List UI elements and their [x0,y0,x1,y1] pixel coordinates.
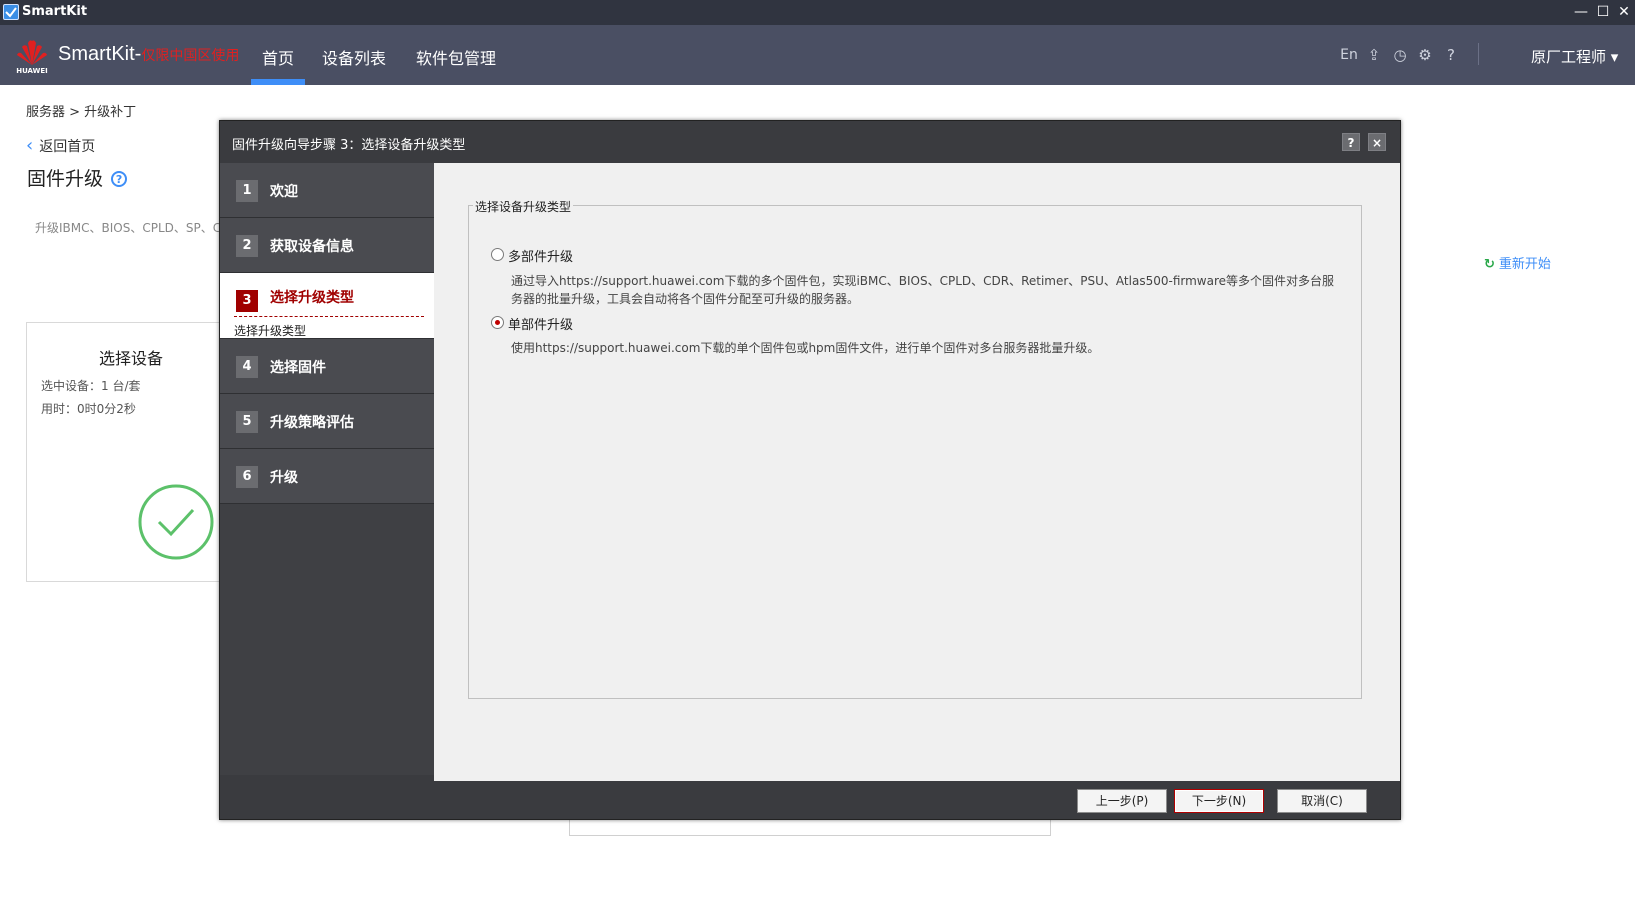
prev-button[interactable]: 上一步(P) [1077,789,1167,813]
step-number: 6 [236,466,258,488]
select-device-card: 选择设备 选中设备：1 台/套 用时：0时0分2秒 [26,322,226,582]
back-home-link[interactable]: ‹ 返回首页 [26,135,95,156]
upgrade-type-group: 选择设备升级类型 多部件升级 通过导入https://support.huawe… [468,198,1362,699]
user-name: 原厂工程师 [1531,48,1607,66]
active-tab-indicator [251,79,305,85]
wizard-step-welcome[interactable]: 1 欢迎 [220,163,434,218]
dialog-close-button[interactable]: × [1368,133,1386,151]
page-description: 升级IBMC、BIOS、CPLD、SP、C [35,221,222,235]
nav-divider [1478,43,1479,65]
huawei-logo: HUAWEI [14,37,50,77]
step-number: 2 [236,235,258,257]
language-toggle[interactable]: En [1338,46,1360,64]
user-menu[interactable]: 原厂工程师 ▾ [1531,46,1618,67]
dialog-title: 固件升级向导步骤 3：选择设备升级类型 [232,138,466,153]
single-part-upgrade-label[interactable]: 单部件升级 [508,314,573,333]
multi-part-upgrade-desc: 通过导入https://support.huawei.com下载的多个固件包，实… [511,274,1335,306]
multi-part-upgrade-label[interactable]: 多部件升级 [508,246,573,265]
upload-icon[interactable]: ⇪ [1365,46,1383,64]
step-label: 欢迎 [270,184,298,200]
wizard-step-get-device-info[interactable]: 2 获取设备信息 [220,218,434,273]
page-title: 固件升级? [27,164,128,191]
brand-restriction: 仅限中国区使用 [141,47,240,63]
clock-icon[interactable]: ◷ [1391,46,1409,64]
step-number: 5 [236,411,258,433]
step-divider [234,316,424,317]
selected-devices-text: 选中设备：1 台/套 [41,379,141,393]
wizard-steps-panel: 1 欢迎 2 获取设备信息 3 选择升级类型 选择升级类型 4 选择固件 5 升… [220,163,434,775]
dialog-footer: 上一步(P) 下一步(N) 取消(C) [220,775,1400,819]
window-titlebar: SmartKit — ☐ ✕ [0,0,1635,25]
step-number: 4 [236,356,258,378]
tab-device-list[interactable]: 设备列表 [322,45,386,69]
wizard-content: 选择设备升级类型 多部件升级 通过导入https://support.huawe… [434,163,1400,775]
back-home-label: 返回首页 [39,139,96,155]
chevron-left-icon: ‹ [26,135,34,156]
page-help-icon[interactable]: ? [111,171,128,187]
brand-title: SmartKit-仅限中国区使用 [58,43,239,66]
step-number: 3 [236,290,258,312]
step-number: 1 [236,180,258,202]
step-label: 选择固件 [270,360,326,376]
footer-divider [434,775,1400,781]
single-part-upgrade-radio[interactable] [491,316,504,329]
close-window-icon[interactable]: ✕ [1615,3,1633,21]
settings-gear-icon[interactable]: ⚙ [1416,46,1434,64]
multi-part-upgrade-radio[interactable] [491,248,504,261]
tab-home[interactable]: 首页 [262,45,294,69]
background-panel-edge [569,818,1051,836]
restart-label: 重新开始 [1498,257,1551,272]
card-title: 选择设备 [99,349,164,368]
step-label: 升级 [270,470,298,486]
brand-name: SmartKit- [58,43,142,65]
wizard-step-strategy-evaluation[interactable]: 5 升级策略评估 [220,394,434,449]
help-icon[interactable]: ? [1442,46,1460,64]
dialog-titlebar: 固件升级向导步骤 3：选择设备升级类型 ? × [220,121,1400,163]
step-label: 升级策略评估 [270,415,354,431]
single-part-upgrade-desc: 使用https://support.huawei.com下载的单个固件包或hpm… [511,341,1100,355]
dialog-help-button[interactable]: ? [1342,133,1360,151]
elapsed-time-text: 用时：0时0分2秒 [41,402,136,416]
tab-package-management[interactable]: 软件包管理 [416,45,496,69]
group-title: 选择设备升级类型 [473,198,574,215]
minimize-icon[interactable]: — [1572,3,1590,21]
success-check-icon [138,484,214,560]
step-label: 选择升级类型 [270,290,354,306]
next-button[interactable]: 下一步(N) [1174,789,1264,813]
breadcrumb: 服务器 > 升级补丁 [26,105,137,120]
firmware-upgrade-wizard-dialog: 固件升级向导步骤 3：选择设备升级类型 ? × 1 欢迎 2 获取设备信息 3 … [219,120,1401,820]
page-title-text: 固件升级 [27,168,104,190]
cancel-button[interactable]: 取消(C) [1277,789,1367,813]
wizard-step-select-firmware[interactable]: 4 选择固件 [220,339,434,394]
top-navbar: HUAWEI SmartKit-仅限中国区使用 首页 设备列表 软件包管理 En… [0,25,1635,85]
step-sub-label: 选择升级类型 [234,324,307,338]
window-title: SmartKit [22,4,88,19]
wizard-step-select-upgrade-type[interactable]: 3 选择升级类型 选择升级类型 [220,273,434,339]
chevron-down-icon: ▾ [1610,48,1619,66]
step-label: 获取设备信息 [270,239,354,255]
maximize-icon[interactable]: ☐ [1594,3,1612,21]
restart-link[interactable]: ↻ 重新开始 [1484,253,1551,272]
logo-wordmark: HUAWEI [16,67,48,75]
smartkit-app-icon [3,4,19,20]
refresh-icon: ↻ [1484,257,1495,272]
wizard-step-upgrade[interactable]: 6 升级 [220,449,434,504]
